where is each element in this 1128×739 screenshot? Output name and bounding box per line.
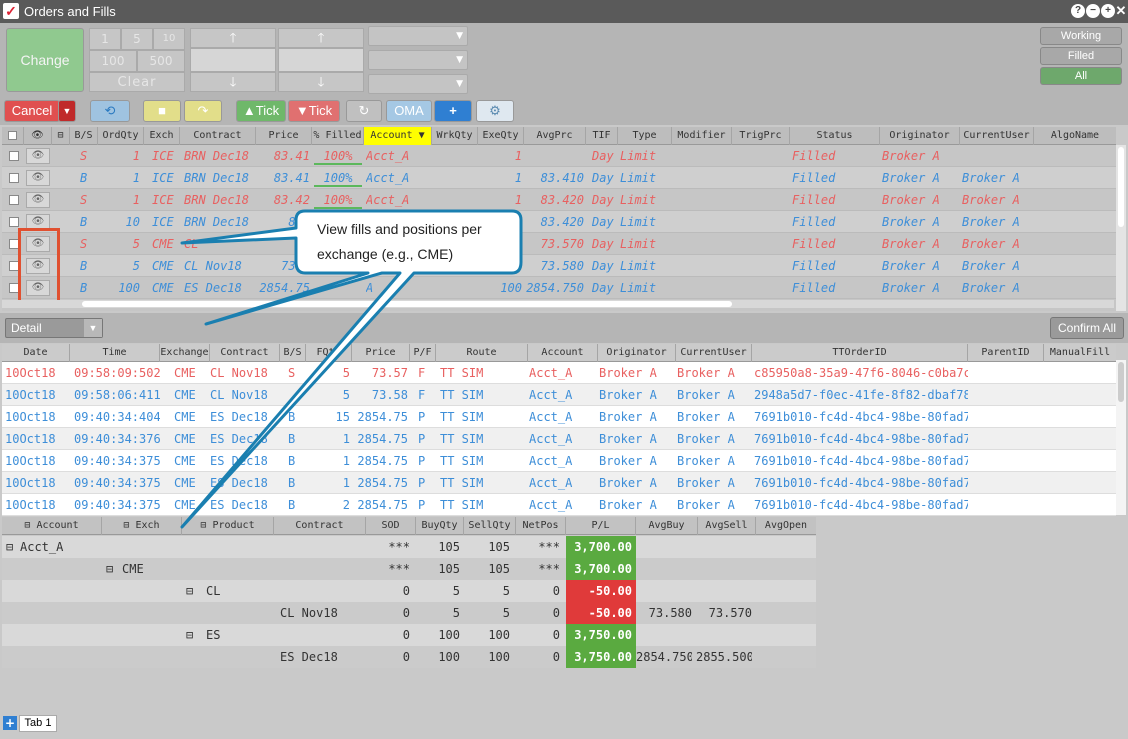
callout-text: View fills and positions per exchange (e… [305, 213, 515, 273]
callout-line-1: View fills and positions per [317, 221, 482, 237]
add-tab-icon[interactable]: + [3, 716, 17, 730]
tab-bar: + Tab 1 [0, 712, 1128, 739]
callout-shape [180, 209, 523, 529]
tab-1[interactable]: Tab 1 [19, 715, 57, 732]
callout-line-2: exchange (e.g., CME) [317, 246, 454, 262]
